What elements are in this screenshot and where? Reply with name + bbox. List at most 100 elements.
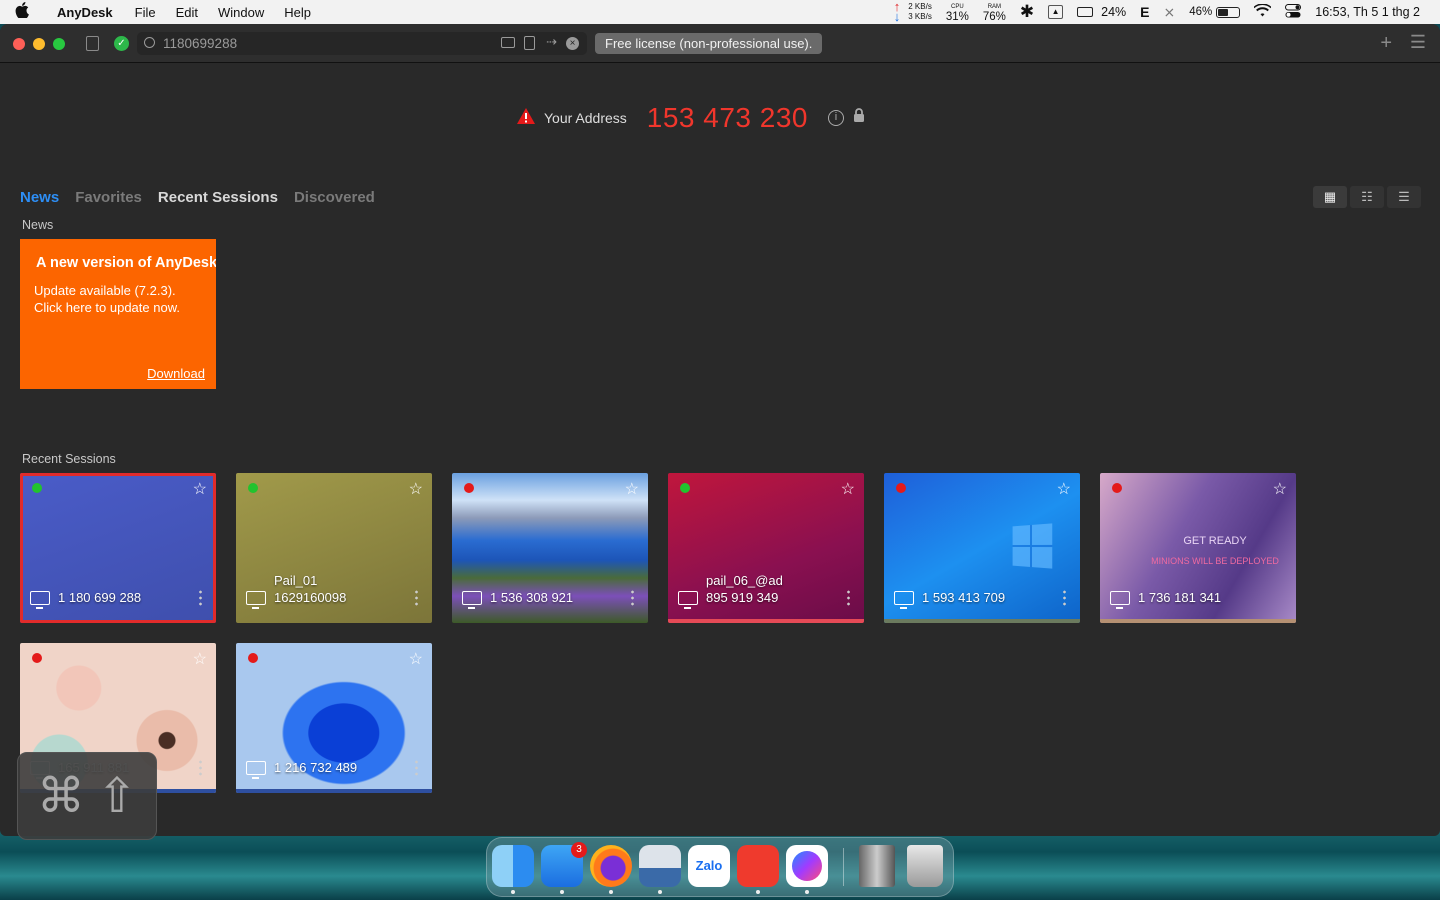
address-input[interactable]: 1180699288: [163, 36, 237, 51]
search-icon: [144, 37, 155, 48]
info-icon[interactable]: i: [827, 110, 844, 126]
session-label: pail_06_@ad 895 919 349: [706, 573, 783, 605]
tab-bar: News Favorites Recent Sessions Discovere…: [20, 189, 391, 206]
trash-icon[interactable]: [907, 845, 943, 887]
anydesk-dock-icon[interactable]: [737, 845, 779, 887]
cpu-stat[interactable]: CPU 31%: [946, 2, 969, 23]
download-link[interactable]: Download: [147, 366, 205, 381]
messenger-icon[interactable]: [786, 845, 828, 887]
edit-menu[interactable]: Edit: [166, 5, 208, 20]
list-view-icon[interactable]: ☰: [1387, 186, 1421, 208]
firefox-icon[interactable]: [590, 845, 632, 887]
battery-icon: [1216, 6, 1241, 18]
session-card[interactable]: ☆ pail_06_@ad 895 919 349: [668, 473, 864, 623]
tab-favorites[interactable]: Favorites: [75, 189, 142, 206]
file-browser-icon[interactable]: [524, 36, 535, 50]
your-address: Your Address 153 473 230 i: [516, 102, 865, 134]
clock[interactable]: 16:53, Th 5 1 thg 2: [1315, 5, 1420, 19]
address-bar[interactable]: 1180699288 ⇢ ×: [137, 32, 587, 55]
dock-divider: [843, 848, 844, 886]
session-card[interactable]: ☆ 1 180 699 288: [20, 473, 216, 623]
more-options-icon[interactable]: [415, 759, 418, 777]
connect-display-icon[interactable]: [501, 37, 515, 48]
favorite-star-icon[interactable]: ☆: [193, 479, 207, 499]
finder-icon[interactable]: [492, 845, 534, 887]
help-menu[interactable]: Help: [274, 5, 321, 20]
ram-stat[interactable]: RAM 76%: [983, 2, 1006, 23]
news-card[interactable]: A new version of AnyDesk Update availabl…: [20, 239, 216, 389]
warning-icon[interactable]: [516, 107, 536, 130]
session-label: 1 216 732 489: [274, 760, 358, 775]
app-menu[interactable]: AnyDesk: [44, 5, 125, 20]
messenger-bubble-icon: [792, 851, 822, 881]
grid-view-icon[interactable]: ▦: [1313, 186, 1347, 208]
session-card[interactable]: ☆ GET READY MINIONS WILL BE DEPLOYED 1 7…: [1100, 473, 1296, 623]
monitor-icon: [246, 761, 266, 779]
recent-section-label: Recent Sessions: [22, 452, 116, 466]
input-source[interactable]: E: [1140, 4, 1149, 20]
favorite-star-icon[interactable]: ☆: [841, 479, 855, 499]
tab-discovered[interactable]: Discovered: [294, 189, 375, 206]
running-indicator: [658, 890, 662, 894]
more-options-icon[interactable]: [631, 589, 634, 607]
windows-logo-icon: [1012, 523, 1053, 569]
monitor-icon: [246, 591, 266, 609]
session-label: Pail_01 1629160098: [274, 573, 347, 605]
running-indicator: [756, 890, 760, 894]
tab-news[interactable]: News: [20, 189, 59, 206]
monitor-icon: [678, 591, 698, 609]
session-card[interactable]: ☆ 1 216 732 489: [236, 643, 432, 793]
more-options-icon[interactable]: [1063, 589, 1066, 607]
favorite-star-icon[interactable]: ☆: [1273, 479, 1287, 499]
apple-menu-icon[interactable]: [0, 2, 44, 22]
bluetooth-off-icon[interactable]: ⨯: [1164, 4, 1176, 21]
window-menu[interactable]: Window: [208, 5, 274, 20]
your-address-number[interactable]: 153 473 230: [647, 102, 808, 134]
new-tab-icon[interactable]: +: [1380, 32, 1392, 55]
tab-recent-sessions[interactable]: Recent Sessions: [158, 189, 278, 206]
session-label: 1 536 308 921: [490, 590, 574, 605]
session-label: 1 593 413 709: [922, 590, 1006, 605]
more-options-icon[interactable]: [199, 759, 202, 777]
verified-check-icon[interactable]: ✓: [114, 36, 129, 51]
favorite-star-icon[interactable]: ☆: [409, 649, 423, 669]
drive-icon[interactable]: ▲: [1048, 5, 1064, 19]
battery-indicator[interactable]: 46%: [1189, 6, 1241, 18]
wifi-icon[interactable]: [1253, 3, 1272, 20]
lock-icon[interactable]: [853, 108, 865, 128]
news-section-label: News: [22, 218, 54, 232]
clear-icon[interactable]: ×: [566, 37, 579, 50]
favorite-star-icon[interactable]: ☆: [1057, 479, 1071, 499]
hamburger-menu-icon[interactable]: ☰: [1410, 32, 1426, 53]
session-bar: [1100, 619, 1296, 623]
license-badge[interactable]: Free license (non-professional use).: [595, 33, 823, 54]
file-menu[interactable]: File: [125, 5, 166, 20]
network-speed[interactable]: 2 KB/s 3 KB/s: [908, 2, 932, 22]
downloads-stack-icon[interactable]: [859, 845, 895, 887]
command-key-icon: ⌘: [36, 770, 85, 823]
favorite-star-icon[interactable]: ☆: [625, 479, 639, 499]
favorite-star-icon[interactable]: ☆: [409, 479, 423, 499]
status-dot: [680, 483, 690, 493]
zalo-icon[interactable]: Zalo: [688, 845, 730, 887]
gear-flower-icon[interactable]: ✱: [1020, 2, 1034, 22]
control-center-icon[interactable]: [1285, 3, 1302, 21]
your-address-label: Your Address: [544, 110, 627, 126]
shift-key-icon: ⇧: [96, 770, 138, 823]
status-dot: [32, 653, 42, 663]
file-transfer-icon[interactable]: [86, 36, 99, 51]
more-options-icon[interactable]: [199, 589, 202, 607]
minimize-window-button[interactable]: [33, 38, 45, 50]
close-window-button[interactable]: [13, 38, 25, 50]
session-card[interactable]: ☆ 1 593 413 709: [884, 473, 1080, 623]
preview-icon[interactable]: [639, 845, 681, 887]
favorite-star-icon[interactable]: ☆: [193, 649, 207, 669]
session-card[interactable]: ☆ Pail_01 1629160098: [236, 473, 432, 623]
more-options-icon[interactable]: [847, 589, 850, 607]
compact-view-icon[interactable]: ☷: [1350, 186, 1384, 208]
forward-icon[interactable]: ⇢: [546, 34, 557, 50]
battery-status[interactable]: 24%: [1077, 5, 1126, 19]
more-options-icon[interactable]: [415, 589, 418, 607]
zoom-window-button[interactable]: [53, 38, 65, 50]
session-card[interactable]: ☆ 1 536 308 921: [452, 473, 648, 623]
